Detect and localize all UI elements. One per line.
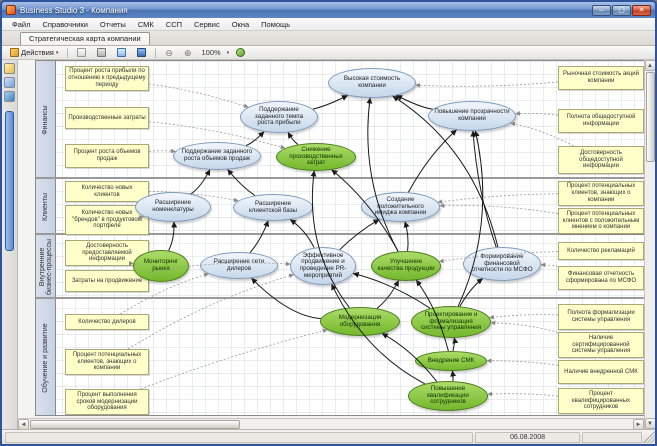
kpi-k21[interactable]: Процент квалифицированных сотрудников [558,388,644,414]
format-tool-icon[interactable] [4,91,15,102]
kpi-k3[interactable]: Процент роста объемов продаж [65,144,149,168]
kpi-k13[interactable]: Достоверность общедоступной информации [558,146,644,174]
kpi-k18[interactable]: Полнота формализации системы управления [558,304,644,330]
zoom-in-icon: ⊕ [184,48,192,58]
goal-g10[interactable]: Расширение сети дилеров [200,252,278,279]
menu-item-2[interactable]: Отчеты [94,19,132,30]
strategy-map: ФинансыКлиентыВнутренние бизнес-процессы… [35,60,644,416]
goal-g17[interactable]: Повышение квалификации сотрудников [408,381,488,411]
goal-g6[interactable]: Расширение номенклатуры [135,192,211,222]
maximize-button[interactable]: ▢ [612,5,631,16]
goal-g11[interactable]: Эффективное продвижение и проведение PR-… [290,247,356,285]
minimize-button[interactable]: – [592,5,611,16]
vertical-scrollbar[interactable]: ▲ ▼ [644,60,655,429]
tab-strip: Стратегическая карта компании [2,31,655,46]
goal-g3[interactable]: Поддержание заданного роста объемов прод… [173,142,261,170]
goal-g4[interactable]: Снижение производственных затрат [276,143,356,171]
refresh-icon [236,48,245,57]
goal-g9[interactable]: Мониторинг рынка [133,250,189,282]
menu-item-3[interactable]: СМК [132,19,160,30]
status-bar: 06.08.2008 [2,429,655,444]
zoom-dropdown-icon[interactable]: ▾ [227,50,230,56]
goal-g5[interactable]: Повышение прозрачности компании [428,101,516,131]
menu-item-5[interactable]: Сервис [188,19,226,30]
horizontal-scroll-thumb[interactable] [30,420,240,429]
perspective-label-0: Финансы [36,61,56,179]
kpi-k14[interactable]: Процент потенциальных клиентов, знающих … [558,181,644,206]
scroll-right-icon[interactable]: ► [633,419,644,430]
menu-item-0[interactable]: Файл [6,19,36,30]
save-icon [137,48,146,57]
toolbar: Действия ▾ ⊖ ⊕ 100% ▾ [2,46,655,60]
goal-g15[interactable]: Проектирование и формализация системы уп… [411,306,491,338]
check-icon [117,48,126,57]
goal-g13[interactable]: Формирование финансовой отчетности по МС… [463,247,541,281]
goal-g2[interactable]: Поддержание заданного темпа роста прибыл… [240,101,318,133]
menu-bar: ФайлСправочникиОтчетыСМКССПСервисОкнаПом… [2,18,655,31]
main-area: ФинансыКлиентыВнутренние бизнес-процессы… [2,60,655,429]
kpi-k10[interactable]: Процент выполнения сроков модернизации о… [65,389,149,415]
actions-button[interactable]: Действия ▾ [6,47,62,59]
menu-item-1[interactable]: Справочники [36,19,93,30]
kpi-k11[interactable]: Рыночная стоимость акций компании [558,66,644,90]
goal-g1[interactable]: Высокая стоимость компании [328,68,416,98]
pointer-tool-icon[interactable] [4,77,15,88]
diagram-canvas: ФинансыКлиентыВнутренние бизнес-процессы… [18,60,644,429]
zoom-level: 100% [198,48,223,57]
edit-tool-icon[interactable] [4,63,15,74]
print-button[interactable] [93,47,110,59]
goal-g16[interactable]: Внедрение СМК [415,351,487,371]
menu-item-6[interactable]: Окна [226,19,255,30]
zoom-out-button[interactable]: ⊖ [161,47,177,59]
print-icon [97,48,106,57]
scroll-left-icon[interactable]: ◄ [18,419,29,430]
application-window: Business Studio 3 - Компания – ▢ ✕ ФайлС… [0,0,657,446]
left-tool-strip [2,60,18,429]
resize-grip[interactable] [643,431,655,443]
tab-strategy-map[interactable]: Стратегическая карта компании [20,32,150,45]
window-title: Business Studio 3 - Компания [20,6,588,15]
kpi-k1[interactable]: Процент роста прибыли по отношению к пре… [65,66,149,91]
goal-g8[interactable]: Создание положительного имиджа компании [361,192,440,222]
check-diagram-button[interactable] [113,47,130,59]
zoom-out-icon: ⊖ [165,48,173,58]
app-icon [6,5,16,15]
kpi-k15[interactable]: Процент потенциальных клиентов с положит… [558,208,644,234]
export-button[interactable] [73,47,90,59]
perspective-label-2: Внутренние бизнес-процессы [36,235,56,299]
vertical-scroll-thumb[interactable] [646,72,655,162]
goal-g7[interactable]: Расширение клиентской базы [233,194,313,221]
close-button[interactable]: ✕ [632,5,651,16]
zoom-in-button[interactable]: ⊕ [180,47,196,59]
kpi-k4[interactable]: Количество новых клиентов [65,181,149,202]
kpi-k12[interactable]: Полнота общедоступной информации [558,109,644,133]
refresh-button[interactable] [232,47,249,59]
actions-icon [10,48,19,57]
kpi-k19[interactable]: Наличие сертифицированной системы управл… [558,332,644,358]
status-date: 06.08.2008 [475,432,580,443]
export-icon [77,48,86,57]
horizontal-scrollbar[interactable]: ◄ ► [18,418,644,429]
kpi-k16[interactable]: Количество рекламаций [558,242,644,260]
perspective-label-1: Клиенты [36,179,56,235]
goal-g12[interactable]: Улучшение качества продукции [371,251,441,281]
chevron-down-icon: ▾ [56,50,59,56]
scroll-up-icon[interactable]: ▲ [645,60,656,71]
save-button[interactable] [133,47,150,59]
collapsed-panel-tab[interactable] [5,111,14,251]
title-bar[interactable]: Business Studio 3 - Компания – ▢ ✕ [2,2,655,18]
kpi-k2[interactable]: Производственные затраты [65,107,149,129]
perspective-label-3: Обучение и развитие [36,299,56,416]
goal-g14[interactable]: Модернизация оборудования [320,307,400,336]
scroll-down-icon[interactable]: ▼ [645,418,656,429]
kpi-k20[interactable]: Наличие внедренной СМК [558,360,644,384]
menu-item-4[interactable]: ССП [160,19,188,30]
kpi-k9[interactable]: Процент потенциальных клиентов, знающих … [65,349,149,375]
menu-item-7[interactable]: Помощь [255,19,296,30]
kpi-k8[interactable]: Количество дилеров [65,314,149,330]
kpi-k17[interactable]: Финансовая отчетность сформирована по МС… [558,266,644,290]
